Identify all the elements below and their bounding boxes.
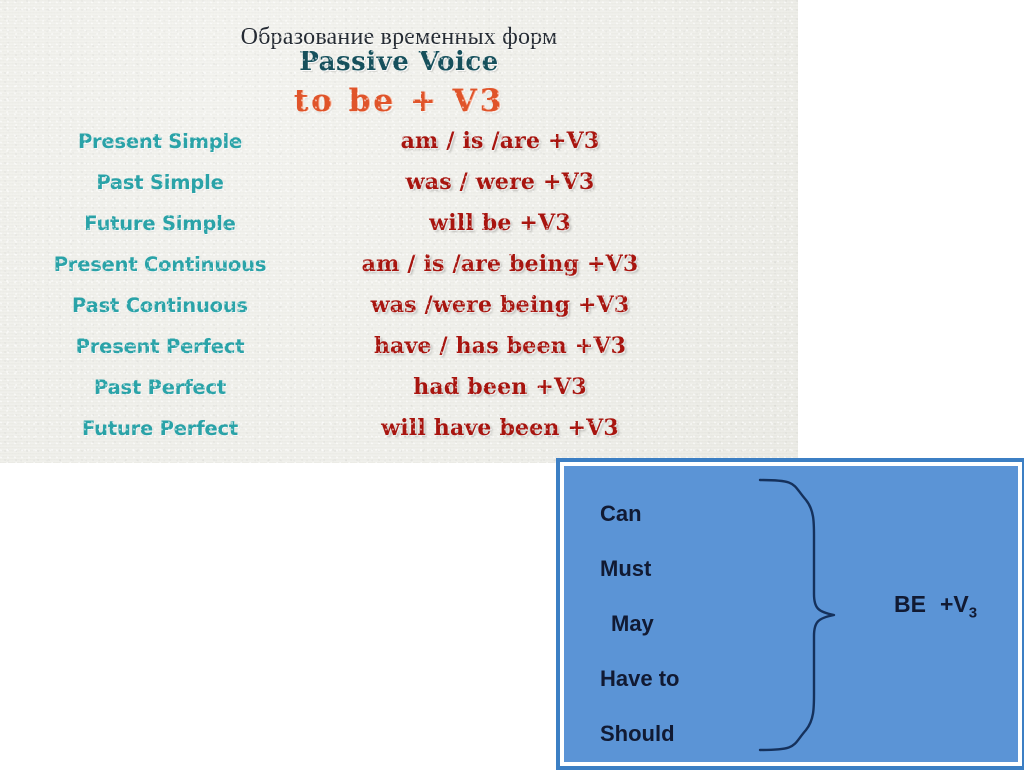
curly-brace-icon (758, 478, 836, 752)
tense-row: Past Continuous was /were being +V3 (0, 292, 798, 333)
tense-formula: was /were being +V3 (370, 292, 630, 318)
modal-verbs-box: Can Must May Have to Should BE +V3 (556, 458, 1024, 770)
tense-row: Past Simple was / were +V3 (0, 169, 798, 210)
tense-forms-table: Present Simple am / is /are +V3 Past Simpl… (0, 128, 798, 456)
be-word: BE (894, 591, 926, 617)
tense-formula: was / were +V3 (405, 169, 595, 195)
tense-name: Future Perfect (82, 417, 238, 440)
tense-name: Past Continuous (72, 294, 248, 317)
tense-formula: will have been +V3 (381, 415, 619, 441)
tense-formula: have / has been +V3 (373, 333, 627, 359)
tense-row: Present Continuous am / is /are being +V3 (0, 251, 798, 292)
tense-formula: am / is /are being +V3 (361, 251, 639, 277)
tense-formula: had been +V3 (413, 374, 587, 400)
tense-name: Present Continuous (53, 253, 267, 276)
passive-voice-slide: Образование временных форм Passive Voice… (0, 0, 798, 463)
tense-name: Future Simple (84, 212, 236, 235)
be-result-label: BE +V3 (894, 591, 977, 622)
tense-name: Past Perfect (94, 376, 226, 399)
tense-name: Present Perfect (75, 335, 245, 358)
tense-name: Present Simple (77, 130, 243, 153)
tense-row: Future Simple will be +V3 (0, 210, 798, 251)
tense-row: Past Perfect had been +V3 (0, 374, 798, 415)
tense-row: Present Simple am / is /are +V3 (0, 128, 798, 169)
tense-row: Present Perfect have / has been +V3 (0, 333, 798, 374)
passive-formula-heading: to be + V3 (293, 83, 505, 119)
tense-formula: will be +V3 (429, 210, 571, 236)
tense-formula: am / is /are +V3 (400, 128, 600, 154)
tense-name: Past Simple (96, 171, 224, 194)
v3-subscript: 3 (968, 604, 978, 622)
modal-verbs-box-inner: Can Must May Have to Should BE +V3 (560, 462, 1022, 766)
tense-row: Future Perfect will have been +V3 (0, 415, 798, 456)
v3-suffix: +V (939, 591, 969, 617)
slide-title-english: Passive Voice (299, 47, 499, 77)
